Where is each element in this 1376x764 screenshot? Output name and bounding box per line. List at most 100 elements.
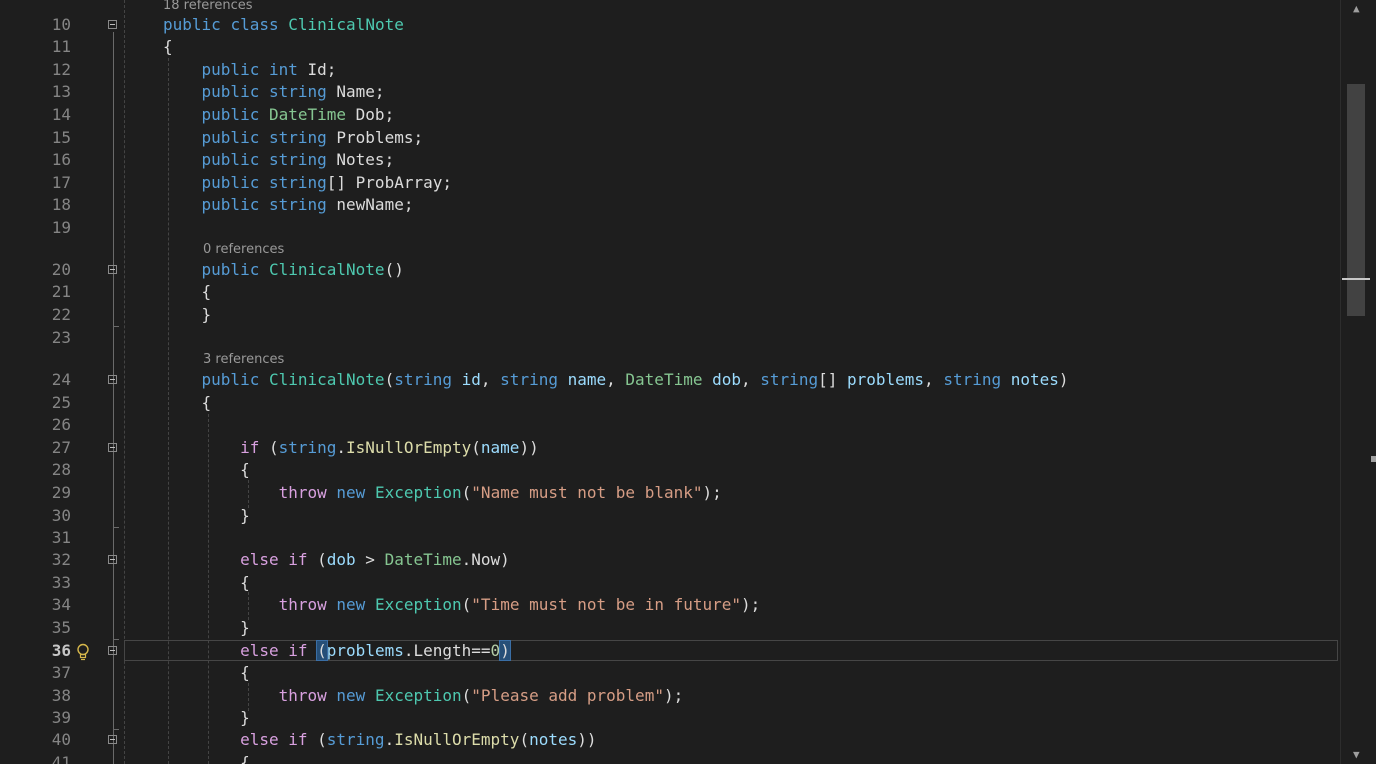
code-token: ClinicalNote <box>268 260 385 279</box>
code-token: ) <box>1058 370 1069 389</box>
code-text[interactable]: throw new Exception("Please add problem"… <box>163 685 684 707</box>
code-line[interactable]: 16 public string Notes; <box>0 149 1340 171</box>
code-token: id <box>461 370 481 389</box>
code-text[interactable]: } <box>163 617 250 639</box>
code-text[interactable]: else if (string.IsNullOrEmpty(notes)) <box>163 729 596 751</box>
code-text[interactable]: throw new Exception("Name must not be bl… <box>163 482 722 504</box>
code-token: string <box>268 128 327 147</box>
code-text[interactable]: public string Notes; <box>163 149 395 171</box>
collapse-icon[interactable] <box>108 555 117 564</box>
collapse-icon[interactable] <box>108 443 117 452</box>
code-token: { <box>163 753 250 764</box>
code-token: ( <box>519 730 530 749</box>
code-line[interactable]: 22 } <box>0 304 1340 326</box>
code-text[interactable]: { <box>163 36 173 58</box>
code-text[interactable]: { <box>163 662 250 684</box>
line-number: 28 <box>51 460 71 479</box>
code-line[interactable]: 21 { <box>0 281 1340 303</box>
code-line[interactable]: 26 <box>0 414 1340 436</box>
code-line[interactable]: 41 { <box>0 752 1340 764</box>
code-text[interactable]: } <box>163 707 250 729</box>
collapse-icon[interactable] <box>108 735 117 744</box>
code-line[interactable]: 30 } <box>0 505 1340 527</box>
code-line[interactable]: 32 else if (dob > DateTime.Now) <box>0 549 1340 571</box>
code-token: } <box>163 618 250 637</box>
vertical-scrollbar[interactable]: ▲ ▼ <box>1340 0 1376 764</box>
code-text[interactable]: if (string.IsNullOrEmpty(name)) <box>163 437 539 459</box>
code-text[interactable]: public string Problems; <box>163 127 424 149</box>
code-text[interactable]: public DateTime Dob; <box>163 104 395 126</box>
code-line[interactable]: 33 { <box>0 572 1340 594</box>
code-text[interactable]: public string[] ProbArray; <box>163 172 452 194</box>
collapse-icon[interactable] <box>108 265 117 274</box>
code-text[interactable]: { <box>163 752 250 764</box>
code-text[interactable]: public ClinicalNote(string id, string na… <box>163 369 1069 391</box>
code-text[interactable]: else if (problems.Length==0) <box>163 640 511 662</box>
code-line[interactable]: 20 public ClinicalNote() <box>0 259 1340 281</box>
code-text[interactable]: else if (dob > DateTime.Now) <box>163 549 510 571</box>
code-line[interactable]: 23 <box>0 327 1340 349</box>
code-text[interactable]: public ClinicalNote() <box>163 259 404 281</box>
code-token: ( <box>316 640 328 661</box>
code-line[interactable]: 13 public string Name; <box>0 81 1340 103</box>
code-line[interactable]: 37 { <box>0 662 1340 684</box>
codelens-constructor-references[interactable]: 0 references <box>203 241 284 259</box>
lightbulb-icon[interactable] <box>76 643 90 661</box>
code-line[interactable]: 14 public DateTime Dob; <box>0 104 1340 126</box>
code-text[interactable]: public string Name; <box>163 81 385 103</box>
collapse-icon[interactable] <box>108 375 117 384</box>
code-text[interactable]: { <box>163 281 212 303</box>
code-line[interactable]: 39 } <box>0 707 1340 729</box>
code-line[interactable]: 12 public int Id; <box>0 59 1340 81</box>
code-text[interactable]: { <box>163 459 250 481</box>
code-token: public <box>201 60 260 79</box>
code-line[interactable]: 11 { <box>0 36 1340 58</box>
code-line[interactable]: 17 public string[] ProbArray; <box>0 172 1340 194</box>
code-line[interactable]: 38 throw new Exception("Please add probl… <box>0 685 1340 707</box>
code-line[interactable]: 34 throw new Exception("Time must not be… <box>0 594 1340 616</box>
code-line[interactable]: 18 public string newName; <box>0 194 1340 216</box>
scrollbar-thumb[interactable] <box>1347 84 1365 316</box>
chevron-down-icon[interactable]: ▼ <box>1353 748 1360 761</box>
code-editor[interactable]: 18 references 0 references 3 references … <box>0 0 1340 764</box>
code-token: string <box>278 438 337 457</box>
codelens-class-references[interactable]: 18 references <box>163 0 253 15</box>
code-text[interactable]: { <box>163 572 250 594</box>
code-line[interactable]: 36 else if (problems.Length==0) <box>0 640 1340 662</box>
code-text[interactable]: public string newName; <box>163 194 414 216</box>
line-number: 27 <box>51 438 71 457</box>
code-line[interactable]: 25 { <box>0 392 1340 414</box>
code-text[interactable]: { <box>163 392 212 414</box>
code-line[interactable]: 24 public ClinicalNote(string id, string… <box>0 369 1340 391</box>
code-line[interactable]: 31 <box>0 527 1340 549</box>
code-line[interactable]: 15 public string Problems; <box>0 127 1340 149</box>
code-line[interactable]: 10 public class ClinicalNote <box>0 14 1340 36</box>
code-token: public <box>163 15 221 34</box>
code-text[interactable]: public int Id; <box>163 59 337 81</box>
code-line[interactable]: 29 throw new Exception("Name must not be… <box>0 482 1340 504</box>
code-line[interactable]: 35 } <box>0 617 1340 639</box>
code-text[interactable]: } <box>163 304 212 326</box>
collapse-icon[interactable] <box>108 20 117 29</box>
code-line[interactable]: 40 else if (string.IsNullOrEmpty(notes)) <box>0 729 1340 751</box>
code-text[interactable]: throw new Exception("Time must not be in… <box>163 594 761 616</box>
collapse-icon[interactable] <box>108 646 117 655</box>
code-text[interactable]: public class ClinicalNote <box>163 14 404 36</box>
chevron-up-icon[interactable]: ▲ <box>1353 2 1360 15</box>
code-token: { <box>163 663 250 682</box>
code-line[interactable]: 28 { <box>0 459 1340 481</box>
code-token: { <box>163 460 250 479</box>
codelens-constructor2-references[interactable]: 3 references <box>203 351 284 369</box>
code-line[interactable]: 27 if (string.IsNullOrEmpty(name)) <box>0 437 1340 459</box>
code-line[interactable]: 19 <box>0 217 1340 239</box>
code-text[interactable]: } <box>163 505 250 527</box>
